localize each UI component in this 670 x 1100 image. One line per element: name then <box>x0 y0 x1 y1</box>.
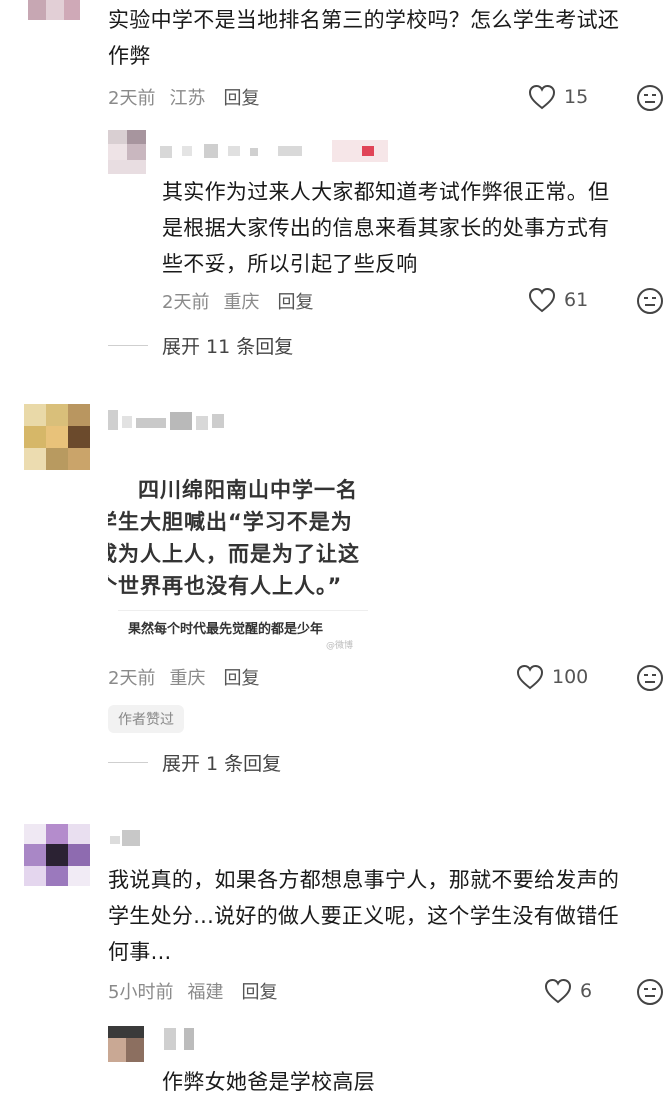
neutral-face-icon[interactable] <box>636 978 664 1006</box>
like-count: 61 <box>564 289 589 311</box>
author-liked-badge: 作者赞过 <box>108 705 184 733</box>
reply-button[interactable]: 回复 <box>223 664 259 690</box>
reply-text: 作弊女她爸是学校高层 <box>162 1070 375 1094</box>
username-blurred[interactable] <box>160 140 390 162</box>
image-text-line: 学生大胆喊出“学习不是为 <box>108 510 353 534</box>
like-button[interactable]: 6 <box>544 978 592 1004</box>
comment-meta: 2天前 江苏 回复 <box>108 84 259 110</box>
comment-time: 5小时前 <box>108 982 174 1003</box>
username-blurred[interactable] <box>108 408 228 432</box>
image-watermark: @微博 <box>326 641 354 651</box>
reply-text: 其实作为过来人大家都知道考试作弊很正常。但 是根据大家传出的信息来看其家长的处事… <box>162 180 610 276</box>
image-text-line: 四川绵阳南山中学一名 <box>138 478 358 502</box>
comment-text: 实验中学不是当地排名第三的学校吗？怎么学生考试还 作弊 <box>108 8 620 68</box>
divider <box>108 762 148 763</box>
neutral-face-icon[interactable] <box>636 664 664 692</box>
heart-outline-icon <box>528 287 556 313</box>
image-text-line: 个世界再也没有人上人。” <box>108 574 343 598</box>
image-caption: 果然每个时代最先觉醒的都是少年 <box>128 622 324 637</box>
heart-outline-icon <box>528 84 556 110</box>
avatar[interactable] <box>28 0 80 20</box>
image-text-line: 成为人上人，而是为了让这 <box>108 542 360 566</box>
neutral-face-icon[interactable] <box>636 84 664 112</box>
neutral-face-icon[interactable] <box>636 287 664 315</box>
avatar[interactable] <box>24 824 90 886</box>
comment-text: 我说真的，如果各方都想息事宁人，那就不要给发声的 学生处分...说好的做人要正义… <box>108 868 620 964</box>
reply-button[interactable]: 回复 <box>241 978 277 1004</box>
comment-image[interactable]: 四川绵阳南山中学一名 学生大胆喊出“学习不是为 成为人上人，而是为了让这 个世界… <box>108 460 384 656</box>
comment-meta: 2天前 重庆 回复 <box>108 664 259 690</box>
expand-replies-label: 展开 11 条回复 <box>162 336 294 358</box>
comment-location: 重庆 <box>169 668 206 689</box>
comment-time: 2天前 <box>108 668 156 689</box>
like-button[interactable]: 15 <box>528 84 588 110</box>
comment-location: 江苏 <box>169 88 206 109</box>
like-count: 6 <box>580 980 593 1002</box>
like-count: 100 <box>552 666 589 688</box>
comment-time: 2天前 <box>108 88 156 109</box>
username-blurred[interactable] <box>164 1028 204 1050</box>
like-button[interactable]: 100 <box>516 664 588 690</box>
heart-outline-icon <box>544 978 572 1004</box>
avatar[interactable] <box>108 1026 144 1062</box>
comment-meta: 2天前 重庆 回复 <box>162 288 313 314</box>
expand-replies-button[interactable]: 展开 11 条回复 <box>108 332 293 359</box>
like-button[interactable]: 61 <box>528 287 588 313</box>
comment-time: 2天前 <box>162 292 210 313</box>
divider <box>108 345 148 346</box>
heart-outline-icon <box>516 664 544 690</box>
comment-location: 福建 <box>187 982 224 1003</box>
expand-replies-button[interactable]: 展开 1 条回复 <box>108 749 281 776</box>
reply-button[interactable]: 回复 <box>277 288 313 314</box>
reply-button[interactable]: 回复 <box>223 84 259 110</box>
comment-location: 重庆 <box>223 292 260 313</box>
username-blurred[interactable] <box>110 828 150 848</box>
comment-meta: 5小时前 福建 回复 <box>108 978 277 1004</box>
avatar[interactable] <box>24 404 90 470</box>
like-count: 15 <box>564 86 589 108</box>
avatar[interactable] <box>108 130 146 174</box>
divider <box>118 610 368 611</box>
expand-replies-label: 展开 1 条回复 <box>162 753 282 775</box>
